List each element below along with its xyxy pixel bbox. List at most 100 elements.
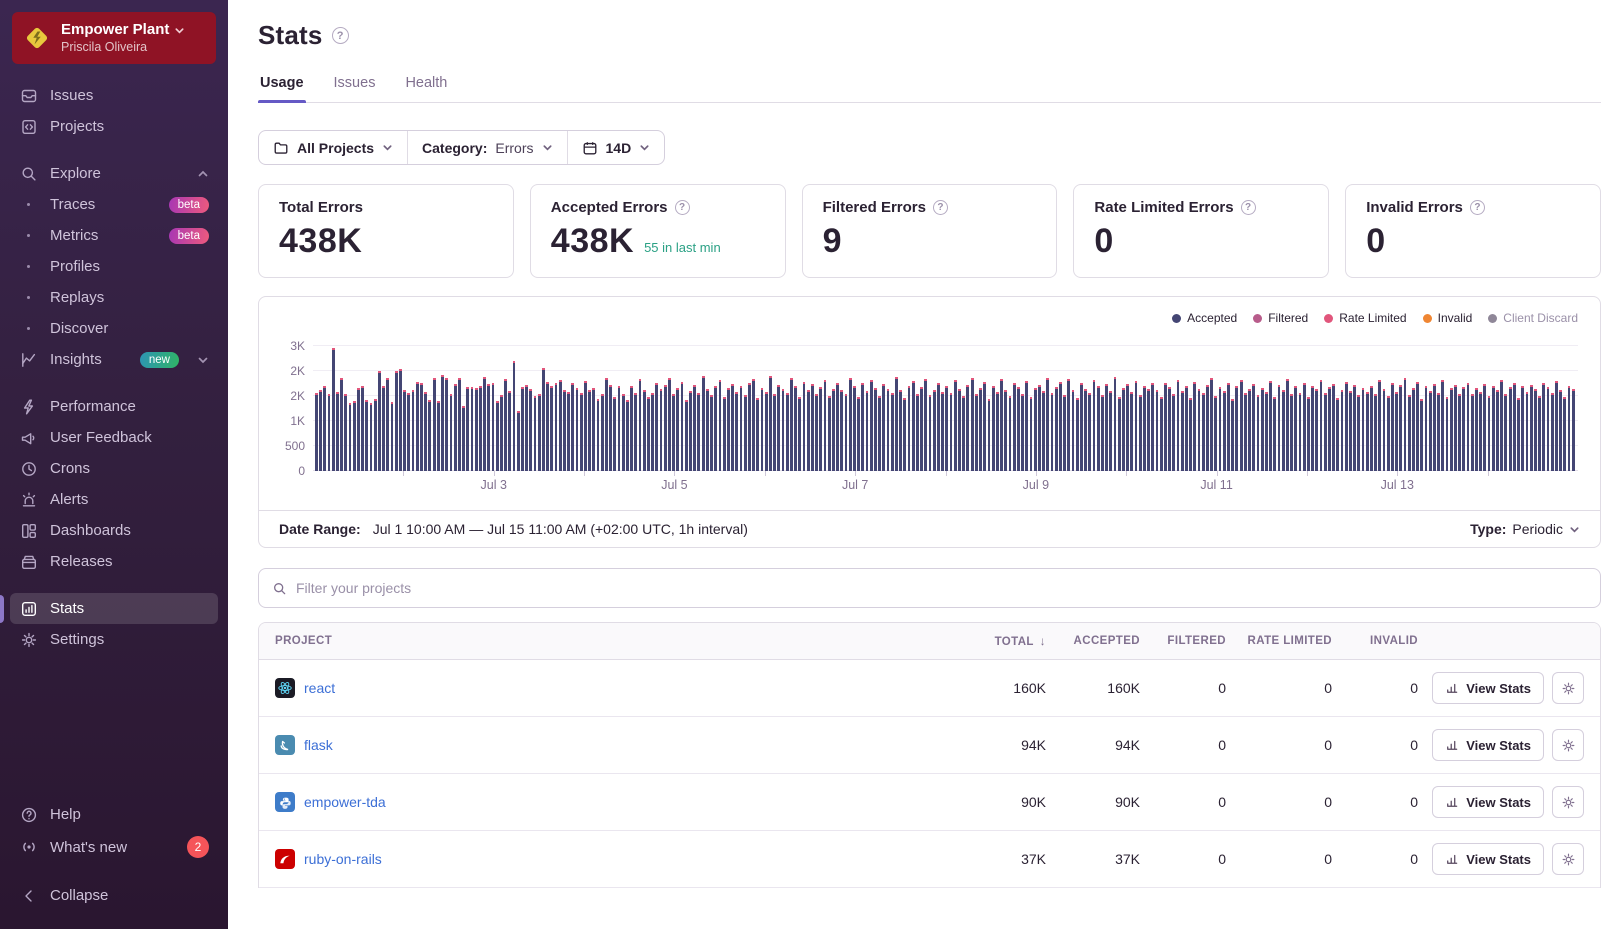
view-stats-button[interactable]: View Stats (1432, 786, 1544, 818)
bar (735, 392, 738, 471)
project-link[interactable]: react (304, 680, 335, 696)
date-period-dropdown[interactable]: 14D (567, 131, 665, 164)
page-help-icon[interactable]: ? (332, 27, 349, 44)
project-link[interactable]: empower-tda (304, 794, 386, 810)
bar (840, 390, 843, 471)
view-stats-label: View Stats (1466, 738, 1531, 753)
sidebar-item-crons[interactable]: Crons (10, 453, 218, 484)
bar (1193, 382, 1196, 471)
sidebar-item-user-feedback[interactable]: User Feedback (10, 422, 218, 453)
sidebar-item-label: Discover (50, 320, 108, 337)
sidebar-item-what-s-new[interactable]: What's new2 (10, 830, 218, 864)
category-dropdown[interactable]: Category: Errors (407, 131, 566, 164)
column-header-invalid[interactable]: INVALID (1332, 635, 1418, 647)
bar (382, 386, 385, 471)
project-settings-button[interactable] (1552, 786, 1584, 818)
sidebar-item-projects[interactable]: Projects (10, 111, 218, 142)
project-settings-button[interactable] (1552, 843, 1584, 875)
bar (849, 378, 852, 471)
column-header-total[interactable]: TOTAL ↓ (950, 634, 1046, 648)
bar (370, 403, 373, 471)
bar (962, 396, 965, 471)
view-stats-button[interactable]: View Stats (1432, 672, 1544, 704)
sidebar-item-profiles[interactable]: Profiles (10, 251, 218, 282)
sidebar-item-help[interactable]: Help (10, 799, 218, 830)
tab-usage[interactable]: Usage (258, 75, 306, 102)
bar (630, 386, 633, 471)
legend-item-accepted[interactable]: Accepted (1172, 311, 1237, 325)
legend-item-invalid[interactable]: Invalid (1423, 311, 1473, 325)
sidebar-item-metrics[interactable]: Metricsbeta (10, 220, 218, 251)
project-link[interactable]: ruby-on-rails (304, 851, 382, 867)
legend-item-rate-limited[interactable]: Rate Limited (1324, 311, 1406, 325)
column-header-filtered[interactable]: FILTERED (1140, 635, 1226, 647)
bar (803, 382, 806, 471)
bar (1383, 389, 1386, 471)
bar (1479, 392, 1482, 471)
stat-card-label: Filtered Errors (823, 199, 926, 216)
table-row-empower-tda: empower-tda90K90K000View Stats (259, 774, 1600, 831)
column-header-accepted[interactable]: ACCEPTED (1046, 635, 1140, 647)
sidebar-item-explore[interactable]: Explore (10, 158, 218, 189)
bar (1126, 384, 1129, 471)
x-axis-tick (1397, 471, 1398, 476)
lightning-icon (19, 397, 38, 416)
legend-dot (1423, 314, 1432, 323)
sidebar-item-insights[interactable]: Insightsnew (10, 344, 218, 375)
bar (983, 382, 986, 471)
bar (693, 385, 696, 471)
legend-item-client-discard[interactable]: Client Discard (1488, 311, 1578, 325)
column-header-rate-limited[interactable]: RATE LIMITED (1226, 635, 1332, 647)
sidebar-item-releases[interactable]: Releases (10, 546, 218, 577)
sidebar-item-discover[interactable]: Discover (10, 313, 218, 344)
bar (416, 382, 419, 471)
sidebar-item-replays[interactable]: Replays (10, 282, 218, 313)
bar (1151, 383, 1154, 471)
bar (1366, 392, 1369, 471)
sidebar-item-issues[interactable]: Issues (10, 80, 218, 111)
sidebar-item-dashboards[interactable]: Dashboards (10, 515, 218, 546)
bar (349, 403, 352, 471)
x-axis-tick-label: Jul 3 (481, 478, 507, 492)
project-search-input[interactable] (296, 580, 1587, 596)
sidebar-item-collapse[interactable]: Collapse (10, 880, 218, 911)
project-search (258, 568, 1601, 608)
bar (1370, 386, 1373, 471)
chart-y-axis: 05001K2K2K3K (269, 333, 313, 471)
bar (399, 369, 402, 471)
bar (912, 381, 915, 471)
project-link[interactable]: flask (304, 737, 333, 753)
tab-issues[interactable]: Issues (332, 75, 378, 102)
org-switcher-button[interactable]: Empower Plant Priscila Oliveira (12, 12, 216, 64)
bar (471, 387, 474, 471)
sidebar-item-traces[interactable]: Tracesbeta (10, 189, 218, 220)
project-settings-button[interactable] (1552, 729, 1584, 761)
sidebar-item-performance[interactable]: Performance (10, 391, 218, 422)
chart-type-dropdown[interactable]: Type: Periodic (1470, 521, 1580, 537)
bar (336, 392, 339, 471)
project-settings-button[interactable] (1552, 672, 1584, 704)
project-filter-dropdown[interactable]: All Projects (259, 131, 407, 164)
bar (1307, 397, 1310, 471)
sidebar-item-settings[interactable]: Settings (10, 624, 218, 655)
bar (1139, 395, 1142, 471)
bar (1122, 388, 1125, 471)
view-stats-button[interactable]: View Stats (1432, 843, 1544, 875)
legend-item-filtered[interactable]: Filtered (1253, 311, 1308, 325)
x-axis-tick (1307, 471, 1308, 476)
help-icon[interactable]: ? (675, 200, 690, 215)
view-stats-button[interactable]: View Stats (1432, 729, 1544, 761)
help-icon[interactable]: ? (933, 200, 948, 215)
tab-health[interactable]: Health (403, 75, 449, 102)
cell-rate-limited: 0 (1226, 680, 1332, 696)
sidebar-item-stats[interactable]: Stats (10, 593, 218, 624)
calendar-icon (582, 140, 598, 156)
bar (1168, 387, 1171, 471)
column-header-project[interactable]: PROJECT (275, 635, 950, 647)
sidebar-item-label: Explore (50, 165, 101, 182)
search-icon (19, 164, 38, 183)
help-icon[interactable]: ? (1241, 200, 1256, 215)
sidebar-item-alerts[interactable]: Alerts (10, 484, 218, 515)
help-icon[interactable]: ? (1470, 200, 1485, 215)
bar (588, 390, 591, 471)
